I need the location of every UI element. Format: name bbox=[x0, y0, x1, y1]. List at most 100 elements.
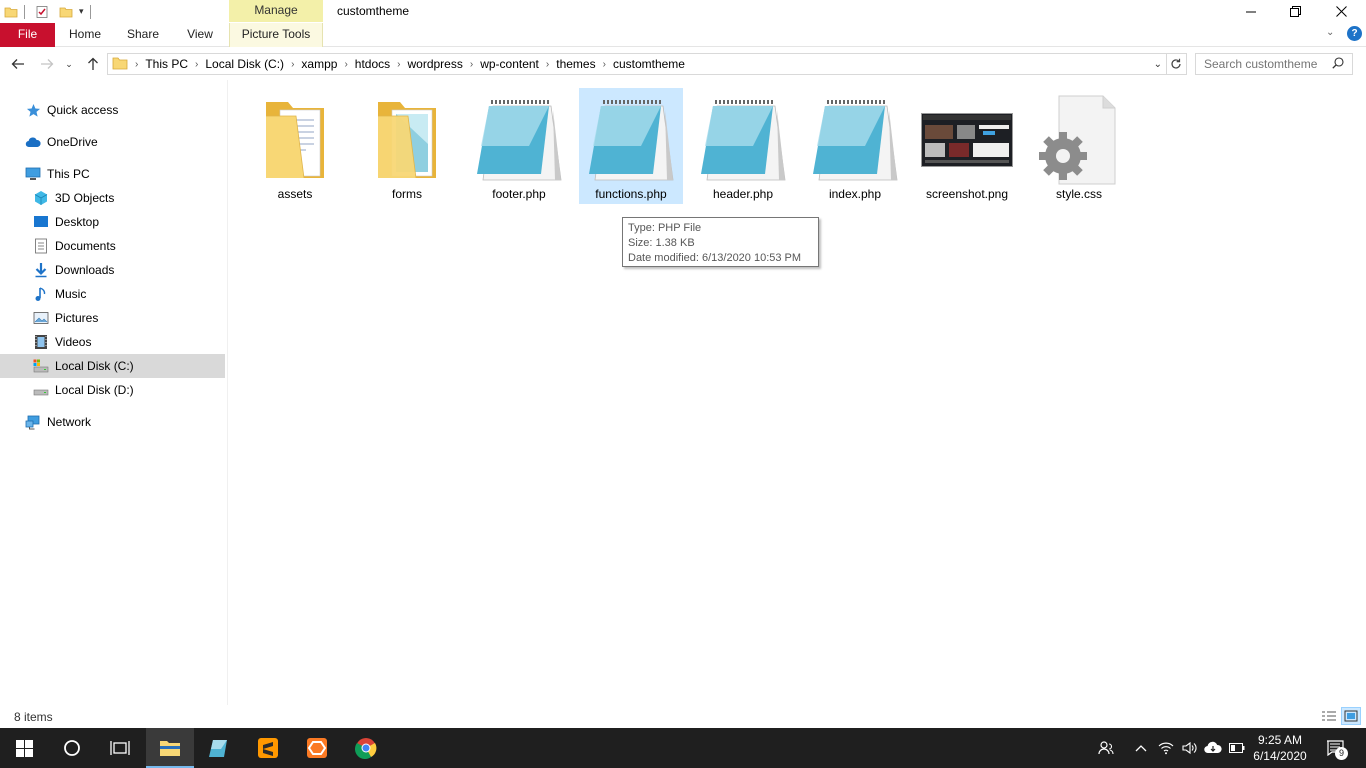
tab-file[interactable]: File bbox=[0, 23, 55, 47]
file-info-tooltip: Type: PHP File Size: 1.38 KB Date modifi… bbox=[622, 217, 819, 267]
sidebar-item-label: Downloads bbox=[55, 263, 115, 277]
system-clock[interactable]: 9:25 AM 6/14/2020 bbox=[1240, 732, 1320, 764]
up-button[interactable] bbox=[83, 54, 103, 74]
action-center-icon[interactable]: 9 bbox=[1324, 738, 1348, 760]
separator bbox=[89, 4, 91, 19]
customize-toolbar-icon[interactable]: ▾ bbox=[79, 6, 84, 17]
address-dropdown-icon[interactable]: ⌄ bbox=[1154, 59, 1162, 70]
breadcrumb-local-disk-c[interactable]: Local Disk (C:) bbox=[201, 57, 288, 71]
breadcrumb-chevron-icon[interactable]: › bbox=[600, 59, 609, 70]
breadcrumb-customtheme[interactable]: customtheme bbox=[609, 57, 689, 71]
breadcrumb-htdocs[interactable]: htdocs bbox=[351, 57, 394, 71]
address-bar[interactable]: › This PC › Local Disk (C:) › xampp › ht… bbox=[107, 53, 1167, 75]
file-item-index-php[interactable]: index.php bbox=[803, 88, 907, 204]
file-item-style-css[interactable]: style.css bbox=[1027, 88, 1131, 204]
tab-share[interactable]: Share bbox=[120, 23, 166, 47]
breadcrumb-chevron-icon[interactable]: › bbox=[467, 59, 476, 70]
file-item-header-php[interactable]: header.php bbox=[691, 88, 795, 204]
breadcrumb-chevron-icon[interactable]: › bbox=[341, 59, 350, 70]
tab-home[interactable]: Home bbox=[62, 23, 108, 47]
navigation-bar: ⌄ › This PC › Local Disk (C:) › xampp › … bbox=[0, 48, 1366, 80]
file-item-screenshot-png[interactable]: screenshot.png bbox=[915, 88, 1019, 204]
expand-ribbon-icon[interactable]: ⌄ bbox=[1326, 27, 1334, 38]
folder-icon bbox=[355, 92, 459, 188]
notepad-icon bbox=[691, 92, 795, 188]
close-button[interactable] bbox=[1318, 0, 1364, 23]
cortana-search-button[interactable] bbox=[48, 728, 96, 768]
file-item-forms[interactable]: forms bbox=[355, 88, 459, 204]
minimize-button[interactable] bbox=[1228, 0, 1274, 23]
sidebar-item-label: Local Disk (C:) bbox=[55, 359, 134, 373]
file-name: header.php bbox=[712, 187, 774, 201]
breadcrumb-wp-content[interactable]: wp-content bbox=[476, 57, 543, 71]
tab-manage[interactable]: Manage bbox=[229, 0, 323, 22]
sidebar-item-3d-objects[interactable]: 3D Objects bbox=[0, 186, 225, 210]
network-icon bbox=[25, 414, 41, 430]
restore-button[interactable] bbox=[1272, 0, 1318, 23]
tab-view[interactable]: View bbox=[177, 23, 223, 47]
sublime-text-taskbar-button[interactable] bbox=[244, 728, 292, 768]
sidebar-item-music[interactable]: Music bbox=[0, 282, 225, 306]
task-view-button[interactable] bbox=[96, 728, 144, 768]
breadcrumb-themes[interactable]: themes bbox=[552, 57, 599, 71]
pictures-icon bbox=[33, 310, 49, 326]
wifi-icon[interactable] bbox=[1156, 738, 1176, 758]
file-item-assets[interactable]: assets bbox=[243, 88, 347, 204]
tab-picture-tools[interactable]: Picture Tools bbox=[229, 23, 323, 47]
back-button[interactable] bbox=[8, 54, 28, 74]
window-title: customtheme bbox=[337, 4, 410, 18]
sidebar-item-this-pc[interactable]: This PC bbox=[0, 162, 225, 186]
gear-icon bbox=[1027, 92, 1131, 188]
sidebar-item-label: This PC bbox=[47, 167, 90, 181]
properties-icon[interactable] bbox=[35, 5, 49, 19]
music-icon bbox=[33, 286, 49, 302]
help-icon[interactable]: ? bbox=[1347, 26, 1362, 41]
sidebar-item-local-disk-d[interactable]: Local Disk (D:) bbox=[0, 378, 225, 402]
file-list[interactable]: assets forms footer.php functions.php he… bbox=[229, 80, 1366, 705]
recent-locations-icon[interactable]: ⌄ bbox=[62, 54, 76, 74]
sidebar-item-quick-access[interactable]: Quick access bbox=[0, 98, 225, 122]
onedrive-sync-icon[interactable] bbox=[1203, 738, 1223, 758]
volume-icon[interactable] bbox=[1180, 738, 1200, 758]
search-input[interactable] bbox=[1204, 57, 1322, 71]
breadcrumb-chevron-icon[interactable]: › bbox=[192, 59, 201, 70]
breadcrumb-xampp[interactable]: xampp bbox=[297, 57, 341, 71]
cube-icon bbox=[33, 190, 49, 206]
file-item-footer-php[interactable]: footer.php bbox=[467, 88, 571, 204]
breadcrumb-chevron-icon[interactable]: › bbox=[288, 59, 297, 70]
file-explorer-taskbar-button[interactable] bbox=[146, 728, 194, 768]
sidebar-item-onedrive[interactable]: OneDrive bbox=[0, 130, 225, 154]
sidebar-item-downloads[interactable]: Downloads bbox=[0, 258, 225, 282]
chevron-up-icon[interactable] bbox=[1131, 738, 1151, 758]
drive-icon bbox=[33, 358, 49, 374]
sidebar-item-label: 3D Objects bbox=[55, 191, 115, 205]
start-button[interactable] bbox=[0, 728, 48, 768]
refresh-button[interactable] bbox=[1165, 53, 1187, 75]
sidebar-item-documents[interactable]: Documents bbox=[0, 234, 225, 258]
breadcrumb-this-pc[interactable]: This PC bbox=[141, 57, 192, 71]
notification-count: 9 bbox=[1335, 747, 1348, 760]
file-name: footer.php bbox=[492, 187, 546, 201]
details-view-button[interactable] bbox=[1319, 707, 1339, 725]
breadcrumb-wordpress[interactable]: wordpress bbox=[403, 57, 466, 71]
xampp-taskbar-button[interactable] bbox=[293, 728, 341, 768]
people-icon[interactable] bbox=[1096, 738, 1116, 758]
breadcrumb-chevron-icon[interactable]: › bbox=[543, 59, 552, 70]
drive-icon bbox=[33, 382, 49, 398]
chrome-taskbar-button[interactable] bbox=[342, 728, 390, 768]
sidebar-item-desktop[interactable]: Desktop bbox=[0, 210, 225, 234]
sidebar-item-pictures[interactable]: Pictures bbox=[0, 306, 225, 330]
search-icon[interactable] bbox=[1332, 56, 1344, 72]
forward-button[interactable] bbox=[37, 54, 57, 74]
file-item-functions-php[interactable]: functions.php bbox=[579, 88, 683, 204]
sidebar-item-local-disk-c[interactable]: Local Disk (C:) bbox=[0, 354, 225, 378]
large-icons-view-button[interactable] bbox=[1341, 707, 1361, 725]
sidebar-item-videos[interactable]: Videos bbox=[0, 330, 225, 354]
new-folder-icon[interactable] bbox=[59, 5, 73, 19]
breadcrumb-chevron-icon[interactable]: › bbox=[394, 59, 403, 70]
search-box[interactable] bbox=[1195, 53, 1353, 75]
notepad-taskbar-button[interactable] bbox=[194, 728, 242, 768]
status-bar: 8 items bbox=[0, 705, 1366, 728]
breadcrumb-chevron-icon[interactable]: › bbox=[132, 59, 141, 70]
sidebar-item-network[interactable]: Network bbox=[0, 410, 225, 434]
